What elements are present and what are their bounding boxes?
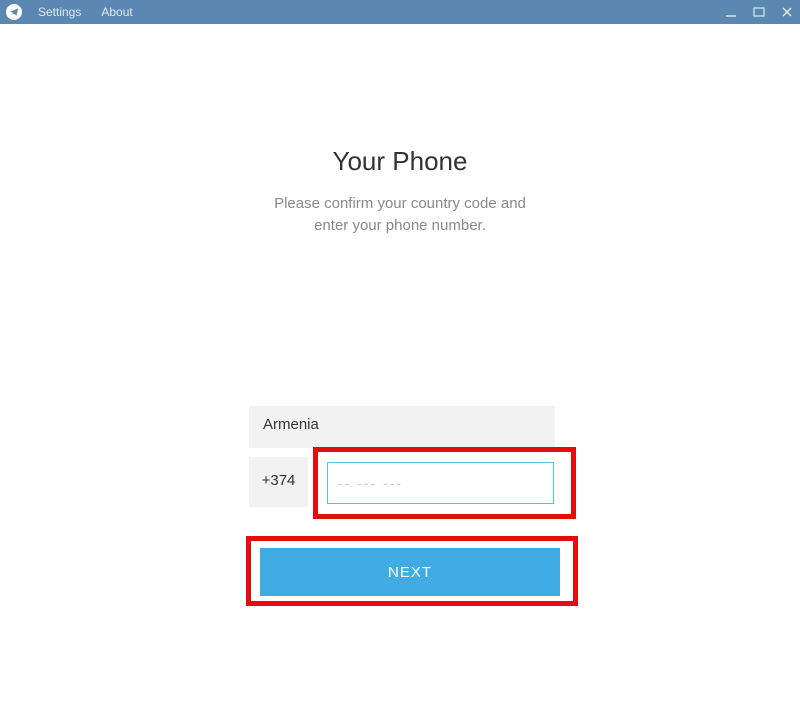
page-title: Your Phone (0, 146, 800, 177)
close-icon[interactable] (780, 5, 794, 19)
maximize-icon[interactable] (752, 5, 766, 19)
titlebar-left: Settings About (6, 3, 137, 21)
subtitle-line-1: Please confirm your country code and (274, 195, 526, 212)
menu-about[interactable]: About (97, 3, 136, 21)
country-code-field[interactable]: +374 (249, 457, 308, 507)
code-display: +374 (249, 457, 308, 507)
main-content: Your Phone Please confirm your country c… (0, 146, 800, 704)
minimize-icon[interactable] (724, 5, 738, 19)
titlebar: Settings About (0, 0, 800, 24)
telegram-icon (6, 4, 22, 20)
window-controls (724, 5, 794, 19)
phone-input[interactable] (327, 462, 554, 504)
subtitle-line-2: enter your phone number. (314, 217, 486, 234)
menu-settings[interactable]: Settings (34, 3, 85, 21)
page-subtitle: Please confirm your country code and ent… (0, 193, 800, 237)
next-button[interactable]: NEXT (260, 548, 560, 596)
country-select[interactable]: Armenia (249, 406, 555, 448)
